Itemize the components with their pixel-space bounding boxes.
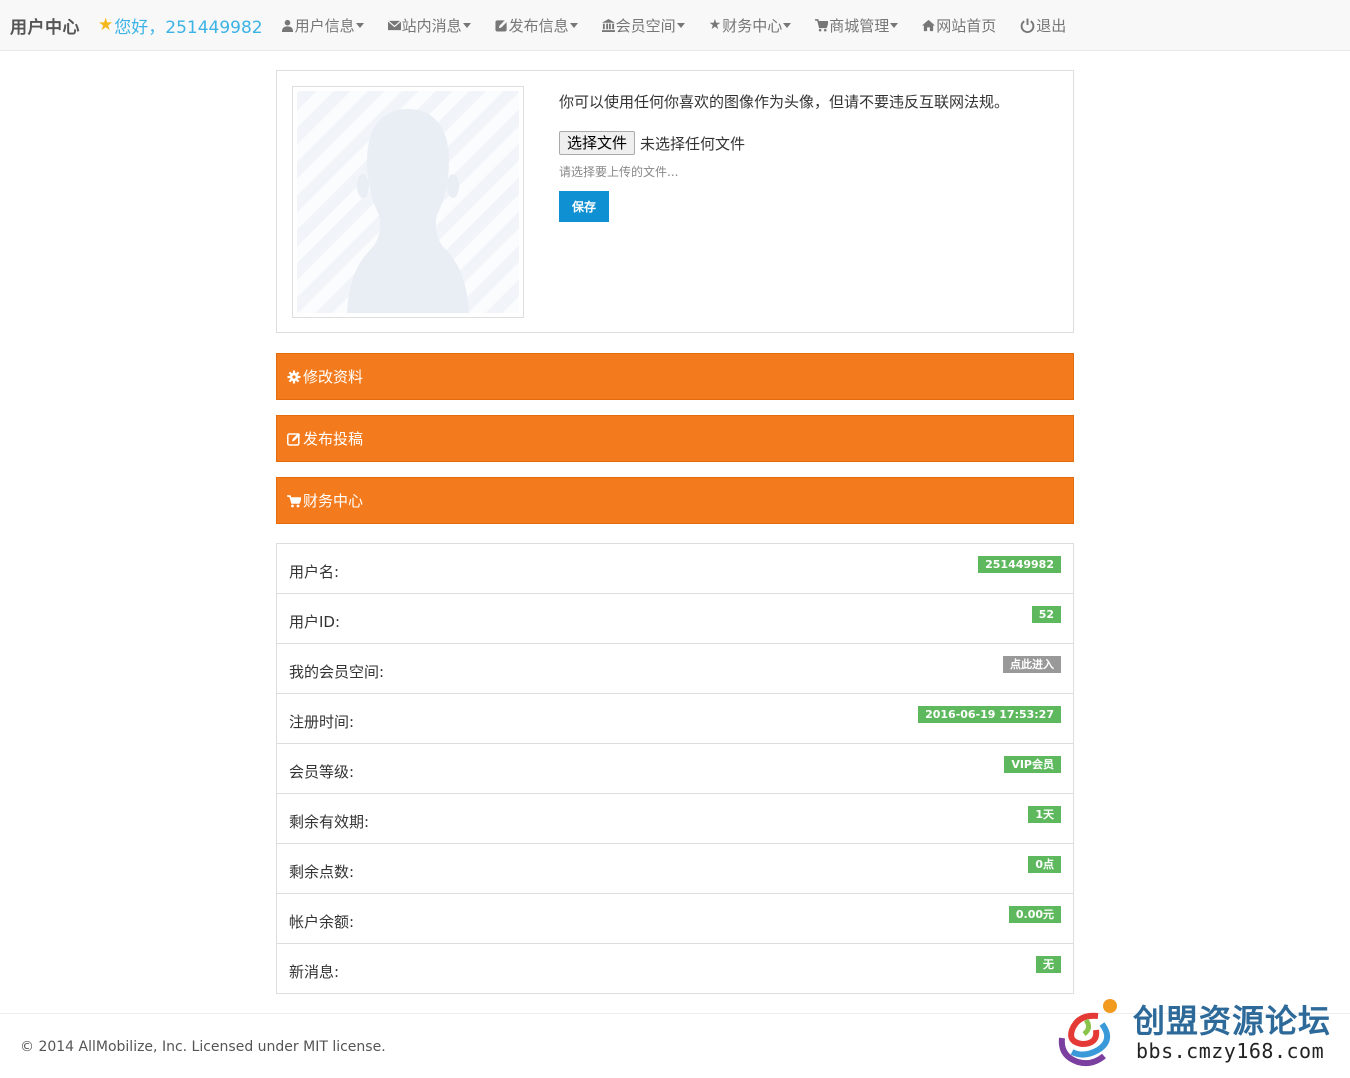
panel-publish-label: 发布投稿 (303, 430, 364, 448)
info-label-remaining-validity: 剩余有效期: (289, 813, 370, 831)
nav-logout-label: 退出 (1036, 16, 1067, 35)
brand-title[interactable]: 用户中心 (10, 13, 80, 38)
edit-icon (495, 19, 507, 32)
panel-edit-profile[interactable]: 修改资料 (276, 353, 1074, 400)
nav-logout[interactable]: 退出 (1020, 15, 1066, 36)
list-item: 用户ID: 52 (277, 594, 1073, 644)
save-button[interactable]: 保存 (559, 191, 609, 222)
nav-member-space[interactable]: 会员空间 (601, 15, 685, 36)
list-item: 注册时间: 2016-06-19 17:53:27 (277, 694, 1073, 744)
avatar-panel: 你可以使用任何你喜欢的图像作为头像，但请不要违反互联网法规。 选择文件 未选择任… (276, 70, 1074, 333)
status-badge: 无 (1036, 956, 1061, 973)
home-icon (922, 19, 936, 31)
watermark-logo: 创盟资源论坛 bbs.cmzy168.com (1058, 994, 1348, 1069)
avatar-placeholder-image (297, 91, 519, 313)
list-item: 会员等级: VIP会员 (277, 744, 1073, 794)
panel-finance[interactable]: 财务中心 (276, 477, 1074, 524)
file-picker: 选择文件 未选择任何文件 (559, 131, 745, 155)
avatar-instruction: 你可以使用任何你喜欢的图像作为头像，但请不要违反互联网法规。 (559, 93, 1010, 111)
nav-finance-label: 财务中心 (722, 16, 783, 35)
file-status: 未选择任何文件 (640, 134, 746, 153)
nav-shop-label: 商城管理 (829, 16, 890, 35)
nav-messages[interactable]: 站内消息 (387, 15, 471, 36)
panel-publish[interactable]: 发布投稿 (276, 415, 1074, 462)
list-item: 新消息: 无 (277, 944, 1073, 993)
status-badge: 52 (1031, 606, 1061, 623)
info-label-user-id: 用户ID: (289, 613, 341, 631)
status-badge: 1天 (1028, 806, 1061, 823)
choose-file-button[interactable]: 选择文件 (559, 131, 636, 155)
nav-user-info-label: 用户信息 (294, 16, 355, 35)
nav-home[interactable]: 网站首页 (922, 15, 996, 36)
list-item: 帐户余额: 0.00元 (277, 894, 1073, 944)
list-item: 我的会员空间: 点此进入 (277, 644, 1073, 694)
list-item: 剩余有效期: 1天 (277, 794, 1073, 844)
nav-shop[interactable]: 商城管理 (815, 15, 899, 36)
power-icon (1020, 18, 1035, 33)
user-icon (281, 19, 293, 32)
watermark-title: 创盟资源论坛 (1133, 1002, 1332, 1040)
info-label-new-messages: 新消息: (289, 963, 340, 981)
caret-down-icon (462, 22, 471, 28)
upload-help-text: 请选择要上传的文件... (559, 165, 679, 179)
info-label-register-time: 注册时间: (289, 713, 355, 731)
info-label-member-level: 会员等级: (289, 763, 355, 781)
nav-publish[interactable]: 发布信息 (495, 15, 578, 36)
caret-down-icon (355, 22, 364, 28)
edit-icon (287, 432, 301, 446)
status-badge: 2016-06-19 17:53:27 (918, 706, 1061, 723)
watermark-url: bbs.cmzy168.com (1136, 1039, 1325, 1063)
panel-finance-label: 财务中心 (303, 492, 364, 510)
star-icon: ★ (708, 17, 722, 33)
caret-down-icon (676, 22, 685, 28)
enter-space-link[interactable]: 点此进入 (1003, 656, 1061, 673)
gear-icon (287, 370, 301, 383)
person-silhouette-icon (347, 109, 469, 313)
nav-home-label: 网站首页 (936, 16, 997, 35)
star-icon: ★ (98, 15, 114, 35)
info-label-remaining-points: 剩余点数: (289, 863, 355, 881)
nav-member-space-label: 会员空间 (615, 16, 676, 35)
info-label-balance: 帐户余额: (289, 913, 355, 931)
status-badge: 0.00元 (1008, 906, 1061, 923)
nav-finance[interactable]: ★ 财务中心 (709, 15, 792, 36)
forum-logo-icon (1058, 999, 1117, 1067)
greeting: ★ 您好，251449982 (98, 13, 263, 38)
caret-down-icon (890, 22, 899, 28)
top-navbar: 用户中心 ★ 您好，251449982 用户信息 站内消息 发布信息 会员空间 … (0, 0, 1350, 51)
caret-down-icon (569, 22, 578, 28)
panel-edit-profile-label: 修改资料 (303, 368, 364, 386)
account-info-list: 用户名: 251449982 用户ID: 52 我的会员空间: 点此进入 注册时… (276, 543, 1074, 994)
caret-down-icon (783, 22, 792, 28)
footer-copyright: © 2014 AllMobilize, Inc. Licensed under … (20, 1039, 386, 1055)
nav-publish-label: 发布信息 (508, 16, 569, 35)
info-label-member-space: 我的会员空间: (289, 663, 385, 681)
cart-icon (815, 18, 829, 31)
status-badge: 251449982 (978, 556, 1061, 573)
status-badge: VIP会员 (1004, 756, 1061, 773)
info-label-username: 用户名: (289, 563, 340, 581)
greeting-text: 您好，251449982 (114, 17, 263, 38)
bank-icon (601, 18, 615, 32)
nav-user-info[interactable]: 用户信息 (281, 15, 364, 36)
list-item: 用户名: 251449982 (277, 544, 1073, 594)
nav-messages-label: 站内消息 (401, 16, 462, 35)
avatar (292, 86, 524, 318)
list-item: 剩余点数: 0点 (277, 844, 1073, 894)
envelope-icon (387, 19, 401, 30)
cart-icon (287, 494, 301, 507)
status-badge: 0点 (1028, 856, 1061, 873)
